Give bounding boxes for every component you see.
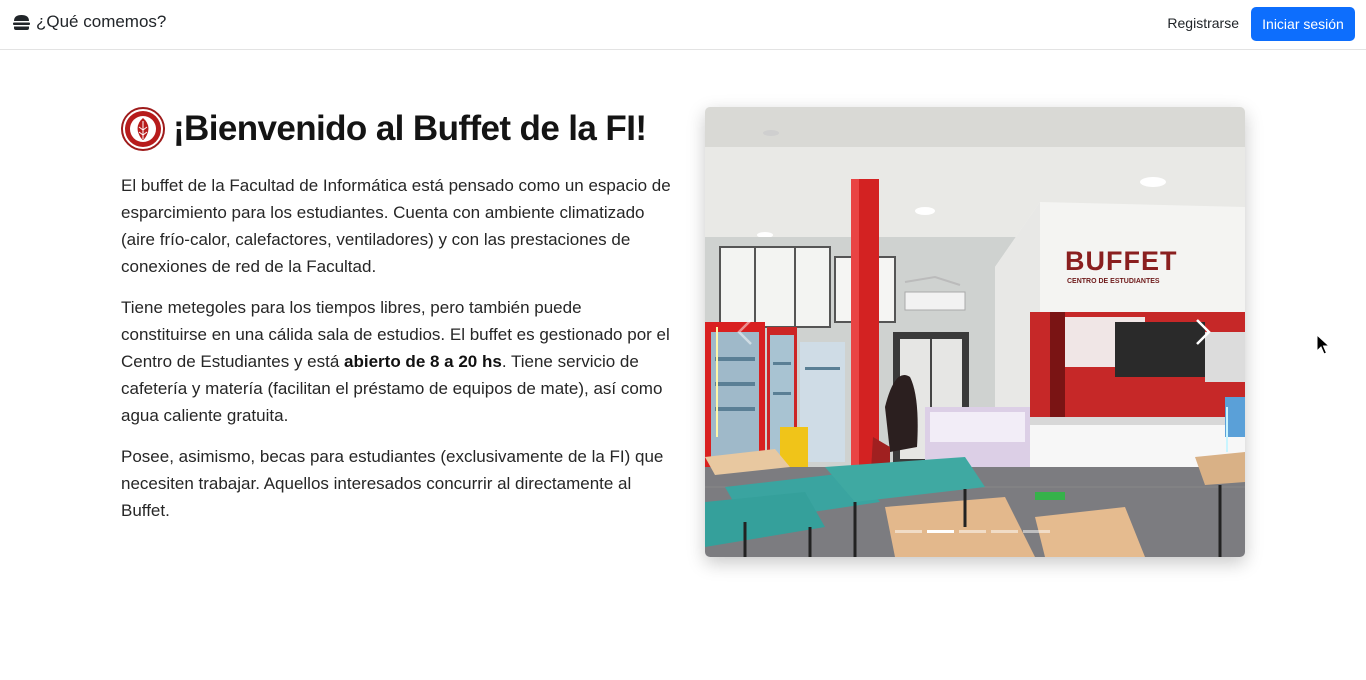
chevron-right-icon: [1196, 319, 1211, 345]
chevron-left-icon: [737, 319, 752, 345]
opening-hours-text: abierto de 8 a 20 hs: [344, 352, 502, 371]
carousel-indicator[interactable]: [1023, 530, 1050, 533]
intro-paragraph-3: Posee, asimismo, becas para estudiantes …: [121, 447, 664, 520]
buffet-sign-text: BUFFET: [1065, 246, 1177, 276]
brand-text: ¿Qué comemos?: [36, 12, 167, 31]
intro-paragraph-2: Tiene metegoles para los tiempos libres,…: [121, 294, 671, 429]
page-title: ¡Bienvenido al Buffet de la FI!: [173, 109, 647, 148]
brand-link[interactable]: ¿Qué comemos?: [12, 12, 166, 32]
intro-section: ¡Bienvenido al Buffet de la FI! El buffe…: [121, 106, 671, 524]
register-link[interactable]: Registrarse: [1167, 15, 1239, 31]
hamburger-icon: [13, 14, 30, 30]
carousel-indicator[interactable]: [991, 530, 1018, 533]
carousel-next-button[interactable]: [1183, 307, 1223, 357]
intro-paragraph-1: El buffet de la Facultad de Informática …: [121, 176, 671, 276]
buffet-photo: BUFFET CENTRO DE ESTUDIANTES: [705, 107, 1245, 557]
navbar: ¿Qué comemos? Registrarse Iniciar sesión: [0, 0, 1366, 50]
image-carousel[interactable]: BUFFET CENTRO DE ESTUDIANTES: [705, 107, 1245, 557]
carousel-indicator[interactable]: [895, 530, 922, 533]
login-button[interactable]: Iniciar sesión: [1251, 7, 1355, 41]
university-seal-icon: [121, 107, 165, 151]
carousel-indicator[interactable]: [959, 530, 986, 533]
carousel-indicators: [895, 530, 1050, 533]
carousel-indicator[interactable]: [927, 530, 954, 533]
carousel-prev-button[interactable]: [725, 307, 765, 357]
mouse-cursor-icon: [1316, 334, 1330, 355]
title-row: ¡Bienvenido al Buffet de la FI!: [121, 106, 671, 152]
buffet-sign-subtitle: CENTRO DE ESTUDIANTES: [1067, 278, 1160, 285]
